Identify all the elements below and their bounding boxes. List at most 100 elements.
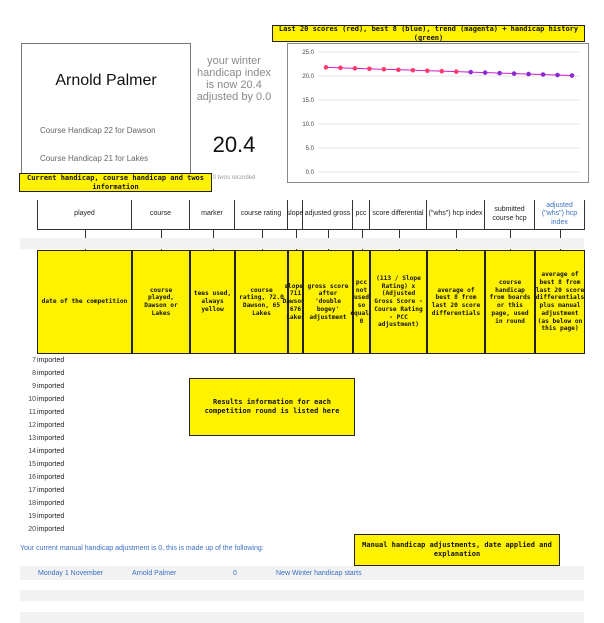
score-point — [511, 71, 517, 76]
row-number: 18 — [28, 500, 36, 507]
column-description-4: slope, 711 Dawson, 676 Lakes — [282, 250, 309, 354]
table-row: 16imported — [20, 471, 64, 484]
column-header-8: ("whs") hcp index — [427, 200, 485, 230]
row-status: imported — [37, 422, 65, 429]
results-note: Results information for each competition… — [189, 378, 355, 436]
table-row: 18imported — [20, 497, 64, 510]
current-handicap-banner: Current handicap, course handicap and tw… — [19, 173, 212, 192]
column-header-1: course — [132, 200, 190, 230]
score-point — [468, 69, 474, 75]
table-row: 9imported — [20, 380, 64, 393]
row-number: 8 — [32, 370, 36, 377]
row-status: imported — [37, 435, 65, 442]
column-header-0: played — [37, 200, 132, 230]
row-status: imported — [37, 526, 65, 533]
row-status: imported — [37, 500, 65, 507]
score-point — [569, 73, 575, 78]
manual-adjustment-text: Your current manual handicap adjustment … — [20, 545, 264, 552]
row-number: 7 — [32, 357, 36, 364]
column-header-6: pcc — [353, 200, 370, 230]
column-header-9: submitted course hcp — [485, 200, 535, 230]
chart-svg: 0.0 5.0 10.0 15.0 20.0 25.0 — [302, 50, 580, 176]
column-description-6: pcc not used so equals 0 — [350, 250, 373, 354]
player-card: Arnold Palmer Course Handicap 22 for Daw… — [21, 43, 191, 178]
row-number: 12 — [28, 422, 36, 429]
column-header-2: marker — [190, 200, 235, 230]
row-status: imported — [37, 461, 65, 468]
handicap-summary-text: your winter handicap index is now 20.4 a… — [196, 55, 272, 103]
row-number: 11 — [28, 409, 36, 416]
column-header-10: adjusted ("whs") hcp index — [535, 200, 585, 230]
row-number: 16 — [28, 474, 36, 481]
score-point — [482, 70, 488, 75]
chart-title: Last 20 scores (red), best 8 (blue), tre… — [272, 25, 585, 42]
y-tick-label: 20.0 — [302, 74, 314, 80]
empty-row — [20, 612, 584, 623]
row-number: 13 — [28, 435, 36, 442]
score-point — [381, 66, 387, 72]
table-row: 10imported — [20, 393, 64, 406]
column-description-7: (113 / Slope Rating) x (Adjusted Gross S… — [370, 250, 427, 354]
score-point — [410, 67, 416, 73]
score-point — [453, 69, 459, 74]
table-row: 13imported — [20, 432, 64, 445]
column-description-9: course handicap from boards or this page… — [485, 250, 535, 354]
score-point — [540, 72, 546, 77]
table-row: 20imported — [20, 523, 64, 536]
table-row: 14imported — [20, 445, 64, 458]
handicap-index-value: 20.4 — [212, 132, 256, 157]
column-description-8: average of best 8 from last 20 score dif… — [427, 250, 485, 354]
score-point — [424, 68, 430, 74]
y-tick-label: 25.0 — [302, 50, 314, 56]
row-status: imported — [37, 396, 65, 403]
row-status: imported — [37, 474, 65, 481]
adjustment-value: 0 — [233, 570, 237, 577]
y-tick-label: 10.0 — [302, 122, 314, 128]
column-description-5: gross score after 'double bogey' adjustm… — [303, 250, 353, 354]
row-status: imported — [37, 370, 65, 377]
column-description-1: course played, Dawson or Lakes — [132, 250, 190, 354]
column-description-0: date of the competition — [37, 250, 132, 354]
table-row: 12imported — [20, 419, 64, 432]
column-header-4: slope — [287, 200, 303, 230]
y-tick-label: 15.0 — [302, 98, 314, 104]
score-point — [323, 65, 329, 70]
row-number: 14 — [28, 448, 36, 455]
row-status: imported — [37, 448, 65, 455]
row-status: imported — [37, 383, 65, 390]
score-point — [526, 71, 531, 77]
column-description-3: course rating, 72.0 Dawson, 65 Lakes — [235, 250, 288, 354]
score-chart: 0.0 5.0 10.0 15.0 20.0 25.0 — [287, 43, 589, 183]
player-name: Arnold Palmer — [55, 72, 157, 89]
adjustment-player: Arnold Palmer — [132, 570, 177, 577]
score-point — [439, 68, 445, 74]
manual-adjustment-note: Manual handicap adjustments, date applie… — [354, 534, 560, 566]
row-status: imported — [37, 513, 65, 520]
column-header-3: course rating — [235, 200, 288, 230]
table-row: 19imported — [20, 510, 64, 523]
trend-line — [325, 66, 573, 77]
table-row: 7imported — [20, 354, 64, 367]
row-number: 15 — [28, 461, 36, 468]
separator-row — [20, 238, 584, 249]
column-header-7: score differential — [370, 200, 427, 230]
course-handicap-lakes: Course Handicap 21 for Lakes — [40, 154, 149, 163]
adjustment-date: Monday 1 November — [38, 570, 103, 577]
table-row: 15imported — [20, 458, 64, 471]
table-row: 11imported — [20, 406, 65, 419]
empty-row — [20, 590, 584, 601]
row-status: imported — [37, 409, 65, 416]
row-number: 10 — [28, 396, 36, 403]
y-tick-label: 5.0 — [306, 146, 315, 152]
column-header-5: adjusted gross — [303, 200, 353, 230]
adjustment-description: New Winter handicap starts — [276, 570, 362, 577]
score-point — [396, 67, 401, 73]
row-status: imported — [37, 357, 65, 364]
course-handicap-dawson: Course Handicap 22 for Dawson — [40, 126, 156, 135]
row-number: 9 — [32, 383, 36, 390]
row-number: 20 — [28, 526, 36, 533]
y-tick-label: 0.0 — [306, 170, 315, 176]
row-number: 17 — [28, 487, 36, 494]
handicap-summary: your winter handicap index is now 20.4 a… — [193, 43, 275, 183]
score-point — [338, 65, 343, 71]
